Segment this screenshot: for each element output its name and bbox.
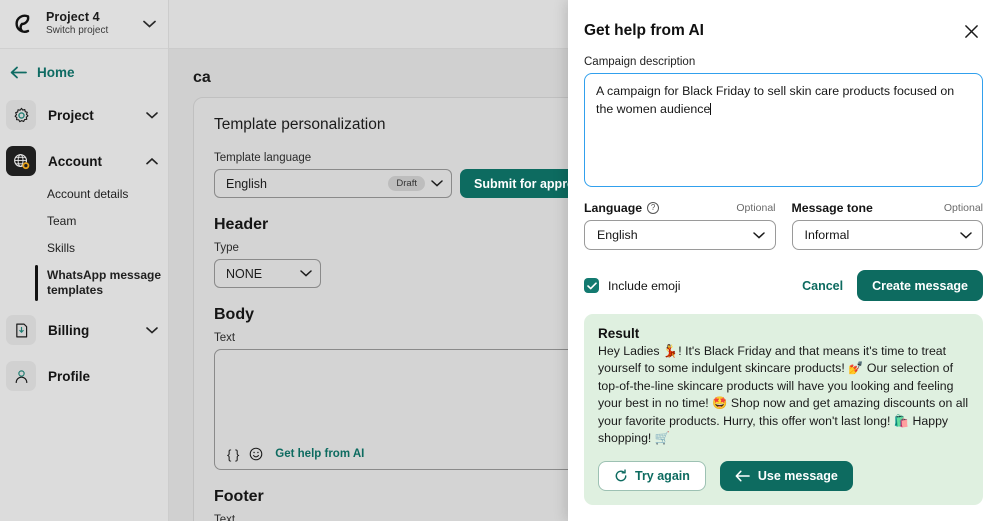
chevron-up-icon[interactable]	[146, 157, 158, 165]
sidebar-group-project: Project	[0, 95, 168, 135]
sidebar-item-whatsapp-message-templates[interactable]: WhatsApp message templates	[35, 262, 168, 304]
sidebar-group-profile: Profile	[0, 356, 168, 396]
template-language-select[interactable]: English Draft	[214, 169, 452, 198]
panel-header: Get help from AI	[584, 16, 983, 46]
language-field-head: Language ? Optional	[584, 201, 776, 215]
panel-actions-row: Include emoji Cancel Create message	[584, 270, 983, 301]
sidebar: Project 4 Switch project Home Project Ac…	[0, 0, 169, 521]
refresh-icon	[614, 469, 628, 483]
chevron-down-icon[interactable]	[146, 111, 158, 119]
message-tone-value: Informal	[804, 228, 850, 242]
gear-icon	[6, 100, 36, 130]
try-again-label: Try again	[635, 468, 690, 483]
result-card: Result Hey Ladies 💃! It's Black Friday a…	[584, 314, 983, 505]
sidebar-subnav-account: Account details Team Skills WhatsApp mes…	[0, 181, 168, 304]
variables-braces-icon[interactable]: { }	[227, 447, 239, 462]
project-title: Project 4	[46, 10, 100, 25]
project-name-block: Project 4 Switch project	[46, 11, 132, 37]
language-field: Language ? Optional English	[584, 201, 776, 250]
message-tone-field: Message tone Optional Informal	[791, 201, 984, 250]
language-optional-tag: Optional	[736, 202, 776, 214]
sidebar-nav: Home Project Account Account details Tea…	[0, 49, 168, 396]
body-section-title: Body	[214, 306, 254, 323]
project-switcher[interactable]: Project 4 Switch project	[0, 0, 168, 49]
app-window: Project 4 Switch project Home Project Ac…	[0, 0, 999, 521]
sidebar-item-account[interactable]: Account	[0, 141, 168, 181]
campaign-description-value: A campaign for Black Friday to sell skin…	[596, 84, 955, 116]
app-logo-icon	[10, 10, 38, 38]
sidebar-item-team[interactable]: Team	[47, 208, 168, 235]
sidebar-item-skills[interactable]: Skills	[47, 235, 168, 262]
options-row: Language ? Optional English Message tone	[584, 201, 983, 250]
sidebar-item-profile-label: Profile	[48, 368, 91, 384]
switch-project-label: Switch project	[46, 25, 109, 37]
language-value: English	[597, 228, 638, 242]
get-help-from-ai-link[interactable]: Get help from AI	[275, 448, 364, 460]
header-type-value: NONE	[226, 266, 263, 281]
template-language-value: English	[226, 176, 267, 191]
message-tone-select[interactable]: Informal	[791, 220, 983, 250]
message-tone-label: Message tone	[791, 201, 873, 215]
draft-status-badge: Draft	[388, 176, 425, 191]
sidebar-item-account-label: Account	[48, 153, 102, 169]
panel-title: Get help from AI	[584, 22, 704, 39]
result-actions: Try again Use message	[598, 460, 969, 491]
chevron-down-icon[interactable]	[300, 270, 312, 277]
use-message-button[interactable]: Use message	[719, 460, 853, 491]
campaign-description-label: Campaign description	[584, 56, 696, 68]
header-section-title: Header	[214, 216, 269, 233]
ai-help-panel: Get help from AI Campaign description A …	[568, 0, 999, 521]
chevron-down-icon[interactable]	[431, 180, 443, 187]
sidebar-item-account-details[interactable]: Account details	[47, 181, 168, 208]
result-text: Hey Ladies 💃! It's Black Friday and that…	[598, 344, 969, 446]
footer-section-title: Footer	[214, 488, 264, 505]
globe-gear-icon	[6, 146, 36, 176]
message-tone-optional-tag: Optional	[943, 202, 983, 214]
emoji-icon[interactable]	[249, 447, 263, 461]
cancel-button[interactable]: Cancel	[802, 279, 843, 293]
checkbox-checked-icon[interactable]	[584, 278, 599, 293]
arrow-left-icon	[735, 470, 750, 482]
sidebar-item-project-label: Project	[48, 107, 94, 123]
help-circle-icon[interactable]: ?	[647, 202, 660, 214]
sidebar-item-profile[interactable]: Profile	[0, 356, 168, 396]
sidebar-item-billing-label: Billing	[48, 322, 90, 338]
back-arrow-icon	[10, 66, 27, 79]
header-type-select[interactable]: NONE	[214, 259, 321, 288]
sidebar-item-project[interactable]: Project	[0, 95, 168, 135]
invoice-icon	[6, 315, 36, 345]
person-icon	[6, 361, 36, 391]
include-emoji-checkbox-row[interactable]: Include emoji	[584, 278, 680, 293]
create-message-button[interactable]: Create message	[857, 270, 983, 301]
panel-primary-actions: Cancel Create message	[802, 270, 983, 301]
campaign-description-input[interactable]: A campaign for Black Friday to sell skin…	[584, 73, 983, 187]
message-tone-field-head: Message tone Optional	[792, 201, 984, 215]
sidebar-item-home-label: Home	[37, 64, 75, 80]
chevron-down-icon[interactable]	[140, 20, 158, 28]
language-label: Language	[584, 201, 643, 215]
language-select[interactable]: English	[584, 220, 776, 250]
chevron-down-icon[interactable]	[752, 231, 765, 239]
chevron-down-icon[interactable]	[960, 231, 972, 239]
text-cursor	[710, 102, 712, 115]
close-icon[interactable]	[960, 22, 983, 41]
result-title: Result	[598, 326, 640, 341]
sidebar-group-account: Account Account details Team Skills What…	[0, 141, 168, 304]
chevron-down-icon[interactable]	[146, 326, 158, 334]
use-message-label: Use message	[757, 468, 838, 483]
sidebar-item-home[interactable]: Home	[0, 55, 168, 89]
sidebar-group-billing: Billing	[0, 310, 168, 350]
try-again-button[interactable]: Try again	[598, 460, 706, 491]
include-emoji-label: Include emoji	[608, 278, 681, 293]
sidebar-item-billing[interactable]: Billing	[0, 310, 168, 350]
